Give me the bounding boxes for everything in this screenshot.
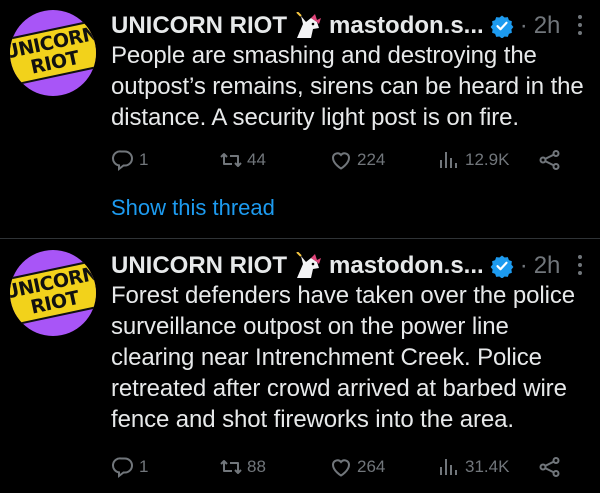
tweet-header: UNICORN RIOT mastodon.s... · 2h bbox=[111, 8, 586, 44]
avatar-logo: UNICORN RIOT bbox=[10, 18, 96, 88]
like-button[interactable]: 264 bbox=[329, 452, 385, 482]
reply-icon bbox=[112, 457, 133, 479]
views-count: 31.4K bbox=[465, 457, 510, 476]
verified-badge-icon bbox=[490, 15, 514, 38]
reply-count: 1 bbox=[139, 150, 149, 169]
tweet-text: Forest defenders have taken over the pol… bbox=[111, 282, 575, 433]
more-options-icon[interactable] bbox=[570, 10, 590, 40]
reply-button[interactable]: 1 bbox=[111, 452, 148, 482]
author-name[interactable]: UNICORN RIOT bbox=[111, 12, 287, 40]
author-handle[interactable]: mastodon.s... bbox=[329, 252, 484, 280]
reply-icon bbox=[112, 150, 133, 172]
retweet-icon bbox=[220, 153, 242, 167]
separator-dot: · bbox=[519, 252, 528, 279]
like-button[interactable]: 224 bbox=[329, 145, 385, 175]
views-chart-icon bbox=[440, 152, 457, 168]
separator-dot: · bbox=[519, 12, 528, 39]
more-options-icon[interactable] bbox=[570, 250, 590, 280]
tweet-header: UNICORN RIOT mastodon.s... · 2h bbox=[111, 248, 586, 284]
views-button[interactable]: 31.4K bbox=[437, 452, 509, 482]
avatar-logo: UNICORN RIOT bbox=[10, 258, 96, 328]
views-button[interactable]: 12.9K bbox=[437, 145, 509, 175]
divider bbox=[0, 238, 600, 239]
tweet[interactable]: UNICORN RIOT UNICORN RIOT mastodon.s... … bbox=[0, 0, 600, 238]
show-thread-link[interactable]: Show this thread bbox=[111, 195, 275, 221]
reply-count: 1 bbox=[139, 457, 149, 476]
unicorn-emoji-icon bbox=[296, 252, 321, 278]
share-icon bbox=[539, 457, 560, 477]
tweet-actions: 1 44 224 12.9K bbox=[111, 145, 580, 175]
like-count: 264 bbox=[357, 457, 386, 476]
share-icon bbox=[539, 150, 560, 170]
verified-badge-icon bbox=[490, 255, 514, 278]
tweet-time[interactable]: 2h bbox=[534, 252, 561, 280]
like-count: 224 bbox=[357, 150, 386, 169]
retweet-button[interactable]: 44 bbox=[219, 145, 266, 175]
heart-icon bbox=[331, 152, 351, 170]
heart-icon bbox=[331, 459, 351, 477]
tweet[interactable]: UNICORN RIOT UNICORN RIOT mastodon.s... … bbox=[0, 240, 600, 493]
tweet-actions: 1 88 264 31.4K bbox=[111, 452, 580, 482]
reply-button[interactable]: 1 bbox=[111, 145, 148, 175]
retweet-button[interactable]: 88 bbox=[219, 452, 266, 482]
tweet-time[interactable]: 2h bbox=[534, 12, 561, 40]
share-button[interactable] bbox=[538, 145, 562, 175]
unicorn-emoji-icon bbox=[296, 12, 321, 38]
retweet-icon bbox=[220, 460, 242, 474]
author-handle[interactable]: mastodon.s... bbox=[329, 12, 484, 40]
views-chart-icon bbox=[440, 459, 457, 475]
retweet-count: 88 bbox=[247, 457, 266, 476]
avatar[interactable]: UNICORN RIOT bbox=[10, 250, 96, 336]
tweet-text: People are smashing and destroying the o… bbox=[111, 42, 584, 131]
share-button[interactable] bbox=[538, 452, 562, 482]
avatar[interactable]: UNICORN RIOT bbox=[10, 10, 96, 96]
views-count: 12.9K bbox=[465, 150, 510, 169]
author-name[interactable]: UNICORN RIOT bbox=[111, 252, 287, 280]
retweet-count: 44 bbox=[247, 150, 266, 169]
